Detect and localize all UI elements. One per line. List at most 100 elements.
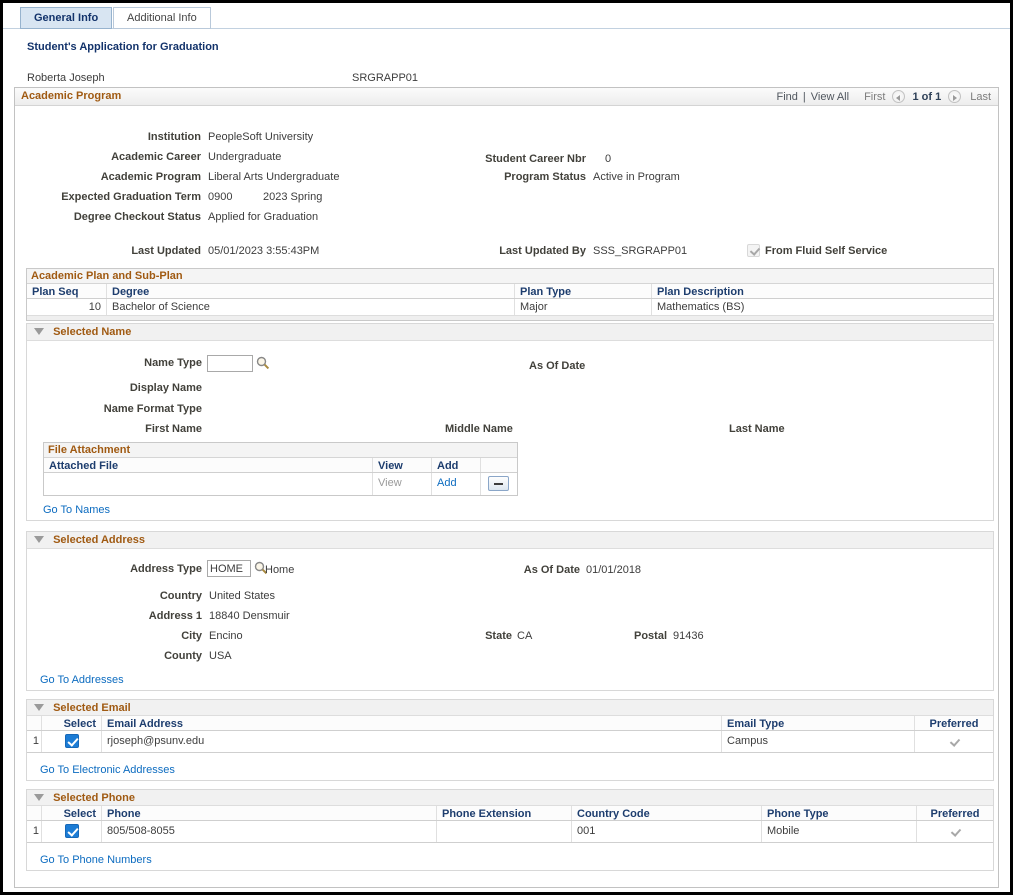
expected-grad-term-code: 0900 — [208, 191, 233, 203]
toolbar-divider: | — [802, 90, 806, 103]
display-name-label: Display Name — [129, 382, 202, 394]
academic-program-value: Liberal Arts Undergraduate — [208, 171, 340, 183]
plan-description-header: Plan Description — [657, 286, 744, 298]
plan-type-value: Major — [515, 299, 652, 315]
row-counter: 1 of 1 — [912, 90, 942, 103]
email-grid: Select Email Address Email Type Preferre… — [27, 716, 993, 753]
plan-seq-header: Plan Seq — [27, 284, 107, 298]
degree-checkout-status-label: Degree Checkout Status — [73, 211, 201, 223]
go-to-names-link[interactable]: Go To Names — [43, 504, 110, 516]
from-fluid-checkbox — [747, 244, 760, 257]
tab-general-info[interactable]: General Info — [20, 7, 113, 29]
phone-preferred-header: Preferred — [930, 808, 980, 820]
email-type-value: Campus — [722, 731, 915, 752]
component-id: SRGRAPP01 — [352, 72, 419, 84]
phone-extension-value — [437, 821, 572, 842]
selected-phone-title: Selected Phone — [53, 792, 135, 804]
county-value: USA — [209, 650, 232, 662]
name-as-of-date-label: As Of Date — [529, 360, 586, 372]
selected-address-title: Selected Address — [53, 534, 145, 546]
page-title: Student's Application for Graduation — [27, 41, 219, 53]
phone-header: Phone — [102, 806, 437, 820]
address1-value: 18840 Densmuir — [209, 610, 290, 622]
view-all-link[interactable]: View All — [811, 91, 849, 103]
tab-additional-info[interactable]: Additional Info — [113, 7, 211, 29]
institution-value: PeopleSoft University — [208, 131, 314, 143]
file-attachment-row: View Add — [44, 473, 517, 495]
previous-row-icon[interactable] — [892, 90, 906, 103]
phone-select-cell — [42, 821, 102, 842]
academic-program-header-bar: Academic Program Find | View All First 1… — [15, 88, 998, 106]
academic-program-title: Academic Program — [21, 90, 122, 102]
email-row: 1 rjoseph@psunv.edu Campus — [27, 731, 993, 753]
collapse-selected-phone-icon[interactable] — [34, 794, 44, 801]
country-code-header: Country Code — [572, 806, 762, 820]
name-type-label: Name Type — [144, 357, 202, 369]
last-name-label: Last Name — [729, 423, 785, 435]
find-link[interactable]: Find — [776, 91, 797, 103]
first-name-label: First Name — [145, 423, 202, 435]
degree-header: Degree — [107, 284, 515, 298]
go-to-phone-numbers-link[interactable]: Go To Phone Numbers — [40, 854, 152, 866]
application-window: General Info Additional Info Student's A… — [0, 0, 1013, 895]
view-link: View — [373, 473, 432, 495]
selected-name-title: Selected Name — [53, 326, 132, 338]
academic-program-label: Academic Program — [100, 171, 201, 183]
program-status-value: Active in Program — [593, 171, 680, 183]
degree-value: Bachelor of Science — [107, 299, 515, 315]
expected-grad-term-desc: 2023 Spring — [263, 191, 323, 203]
add-header: Add — [432, 458, 481, 472]
last-updated-by-value: SSS_SRGRAPP01 — [593, 245, 688, 257]
selected-phone-header: Selected Phone — [27, 790, 993, 806]
last-updated-by-label: Last Updated By — [499, 245, 586, 257]
institution-label: Institution — [147, 131, 201, 143]
postal-value: 91436 — [673, 630, 704, 642]
postal-label: Postal — [633, 630, 667, 642]
selected-email-section: Selected Email Select Email Address Emai… — [26, 699, 994, 781]
address-type-label: Address Type — [130, 563, 202, 575]
phone-grid: Select Phone Phone Extension Country Cod… — [27, 806, 993, 843]
email-select-checkbox[interactable] — [65, 734, 79, 748]
phone-value: 805/508-8055 — [102, 821, 437, 842]
attached-file-value — [44, 473, 373, 495]
first-link[interactable]: First — [864, 91, 885, 103]
last-link[interactable]: Last — [970, 91, 991, 103]
phone-select-checkbox[interactable] — [65, 824, 79, 838]
address-type-input[interactable] — [207, 560, 251, 577]
view-header: View — [373, 458, 432, 472]
phone-type-header: Phone Type — [762, 806, 917, 820]
student-name: Roberta Joseph — [27, 72, 105, 84]
phone-select-header: Select — [42, 806, 102, 820]
go-to-addresses-link[interactable]: Go To Addresses — [40, 674, 124, 686]
academic-plan-grid: Academic Plan and Sub-Plan Plan Seq Degr… — [26, 268, 994, 321]
name-type-lookup-icon[interactable] — [256, 356, 270, 370]
degree-checkout-status-value: Applied for Graduation — [208, 211, 319, 223]
name-type-input[interactable] — [207, 355, 253, 372]
phone-grid-header: Select Phone Phone Extension Country Cod… — [27, 806, 993, 821]
email-preferred-checkbox — [947, 735, 960, 748]
go-to-electronic-addresses-link[interactable]: Go To Electronic Addresses — [40, 764, 175, 776]
selected-phone-section: Selected Phone Select Phone Phone Extens… — [26, 789, 994, 871]
delete-row-icon[interactable] — [488, 476, 509, 491]
last-updated-value: 05/01/2023 3:55:43PM — [208, 245, 320, 257]
selected-name-header: Selected Name — [27, 324, 993, 341]
next-row-icon[interactable] — [948, 90, 962, 103]
file-attachment-header: Attached File View Add — [44, 458, 517, 473]
country-value: United States — [209, 590, 276, 602]
plan-seq-value: 10 — [27, 299, 107, 315]
add-link[interactable]: Add — [432, 473, 481, 495]
attached-file-header: Attached File — [44, 458, 373, 472]
file-attachment-grid: File Attachment Attached File View Add V… — [43, 442, 518, 496]
expected-grad-term-label: Expected Graduation Term — [61, 191, 201, 203]
row-navigation-toolbar: Find | View All First 1 of 1 Last — [776, 90, 991, 103]
student-career-nbr-label: Student Career Nbr — [485, 153, 586, 165]
selected-email-header: Selected Email — [27, 700, 993, 716]
from-fluid-label: From Fluid Self Service — [765, 245, 888, 257]
county-label: County — [164, 650, 202, 662]
collapse-selected-email-icon[interactable] — [34, 704, 44, 711]
address-as-of-date-label: As Of Date — [523, 564, 580, 576]
name-format-type-label: Name Format Type — [103, 403, 202, 415]
collapse-selected-name-icon[interactable] — [34, 328, 44, 335]
phone-preferred-checkbox — [948, 825, 961, 838]
collapse-selected-address-icon[interactable] — [34, 536, 44, 543]
